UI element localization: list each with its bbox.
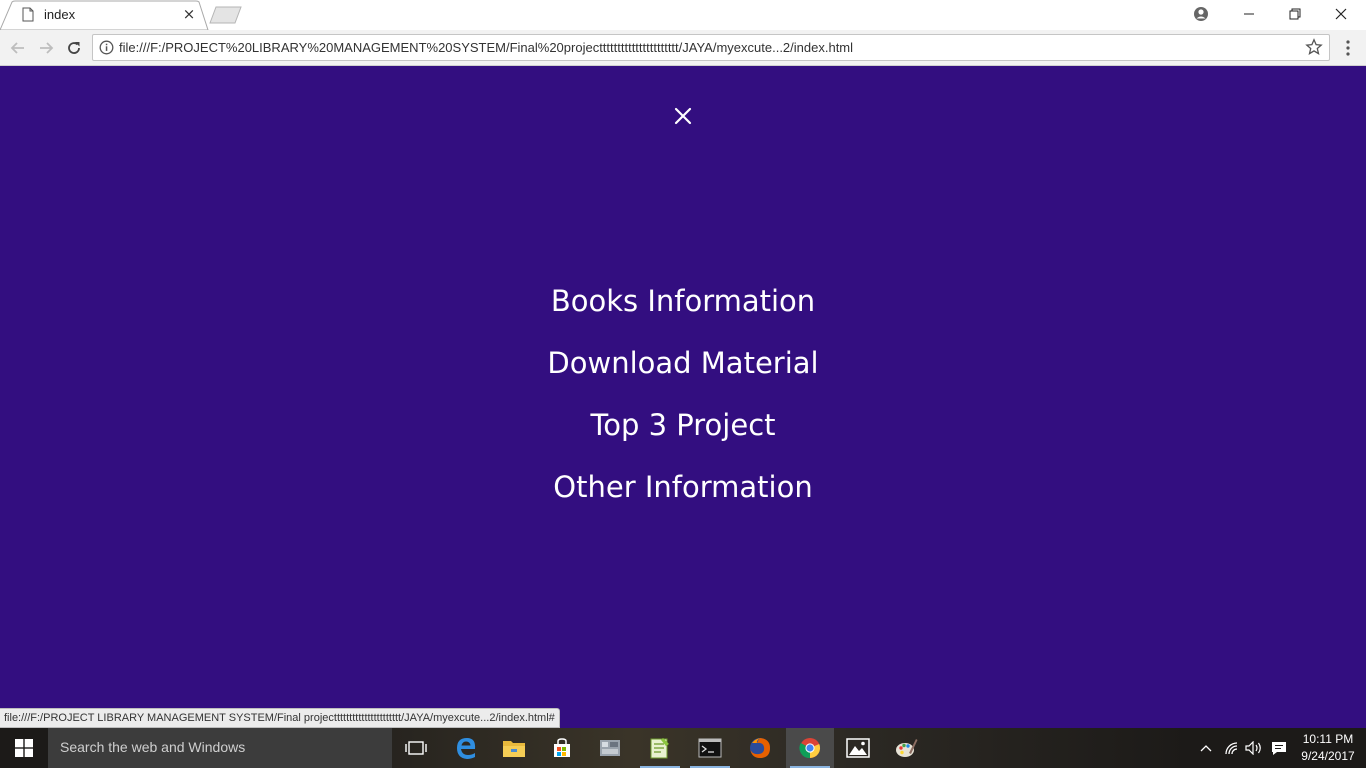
taskbar-search-placeholder: Search the web and Windows bbox=[60, 739, 246, 755]
action-center-icon[interactable] bbox=[1268, 728, 1290, 768]
overlay-menu-page: Books Information Download Material Top … bbox=[0, 66, 1366, 728]
command-prompt-icon[interactable] bbox=[686, 728, 734, 768]
menu-link-other-information[interactable]: Other Information bbox=[0, 456, 1366, 518]
menu-link-top-3-project[interactable]: Top 3 Project bbox=[0, 394, 1366, 456]
menu-link-download-material[interactable]: Download Material bbox=[0, 332, 1366, 394]
clock-date: 9/24/2017 bbox=[1301, 749, 1355, 763]
restore-button[interactable] bbox=[1272, 0, 1318, 28]
bookmark-star-icon[interactable] bbox=[1305, 38, 1323, 56]
tab-close-icon[interactable]: × bbox=[182, 5, 196, 23]
link-status-bubble: file:///F:/PROJECT LIBRARY MANAGEMENT SY… bbox=[0, 708, 560, 728]
menu-link-books-information[interactable]: Books Information bbox=[0, 270, 1366, 332]
address-bar[interactable]: file:///F:/PROJECT%20LIBRARY%20MANAGEMEN… bbox=[92, 34, 1330, 61]
back-arrow-icon[interactable] bbox=[8, 38, 28, 58]
volume-icon[interactable] bbox=[1244, 728, 1264, 768]
media-app-icon[interactable] bbox=[586, 728, 634, 768]
paint-icon[interactable] bbox=[882, 728, 930, 768]
clock-time: 10:11 PM bbox=[1302, 732, 1354, 746]
page-icon bbox=[22, 7, 34, 22]
windows-taskbar: Search the web and Windows 10:11 PM 9/24… bbox=[0, 728, 1366, 768]
browser-tab-strip: index × bbox=[0, 0, 1366, 30]
overlay-nav-menu: Books Information Download Material Top … bbox=[0, 270, 1366, 518]
system-clock[interactable]: 10:11 PM 9/24/2017 bbox=[1296, 731, 1360, 765]
close-window-button[interactable] bbox=[1318, 0, 1364, 28]
tab-title: index bbox=[44, 7, 76, 22]
close-overlay-icon[interactable] bbox=[671, 104, 695, 128]
reload-icon[interactable] bbox=[64, 38, 84, 58]
file-explorer-icon[interactable] bbox=[490, 728, 538, 768]
network-icon[interactable] bbox=[1222, 728, 1242, 768]
browser-menu-icon[interactable] bbox=[1340, 38, 1356, 58]
windows-start-icon[interactable] bbox=[0, 728, 48, 768]
info-icon[interactable] bbox=[99, 40, 114, 55]
show-hidden-icons-chevron-icon[interactable] bbox=[1196, 728, 1216, 768]
firefox-icon[interactable] bbox=[736, 728, 784, 768]
store-icon[interactable] bbox=[538, 728, 586, 768]
minimize-button[interactable] bbox=[1226, 0, 1272, 28]
forward-arrow-icon[interactable] bbox=[36, 38, 56, 58]
edge-browser-icon[interactable] bbox=[442, 728, 490, 768]
browser-toolbar: file:///F:/PROJECT%20LIBRARY%20MANAGEMEN… bbox=[0, 30, 1366, 66]
new-tab-button[interactable] bbox=[208, 6, 244, 24]
address-url[interactable]: file:///F:/PROJECT%20LIBRARY%20MANAGEMEN… bbox=[119, 40, 853, 55]
notepad-plus-plus-icon[interactable] bbox=[636, 728, 684, 768]
chrome-icon[interactable] bbox=[786, 728, 834, 768]
taskbar-search-box[interactable]: Search the web and Windows bbox=[48, 728, 392, 768]
profile-icon[interactable] bbox=[1178, 0, 1224, 28]
task-view-icon[interactable] bbox=[392, 728, 440, 768]
photos-icon[interactable] bbox=[834, 728, 882, 768]
